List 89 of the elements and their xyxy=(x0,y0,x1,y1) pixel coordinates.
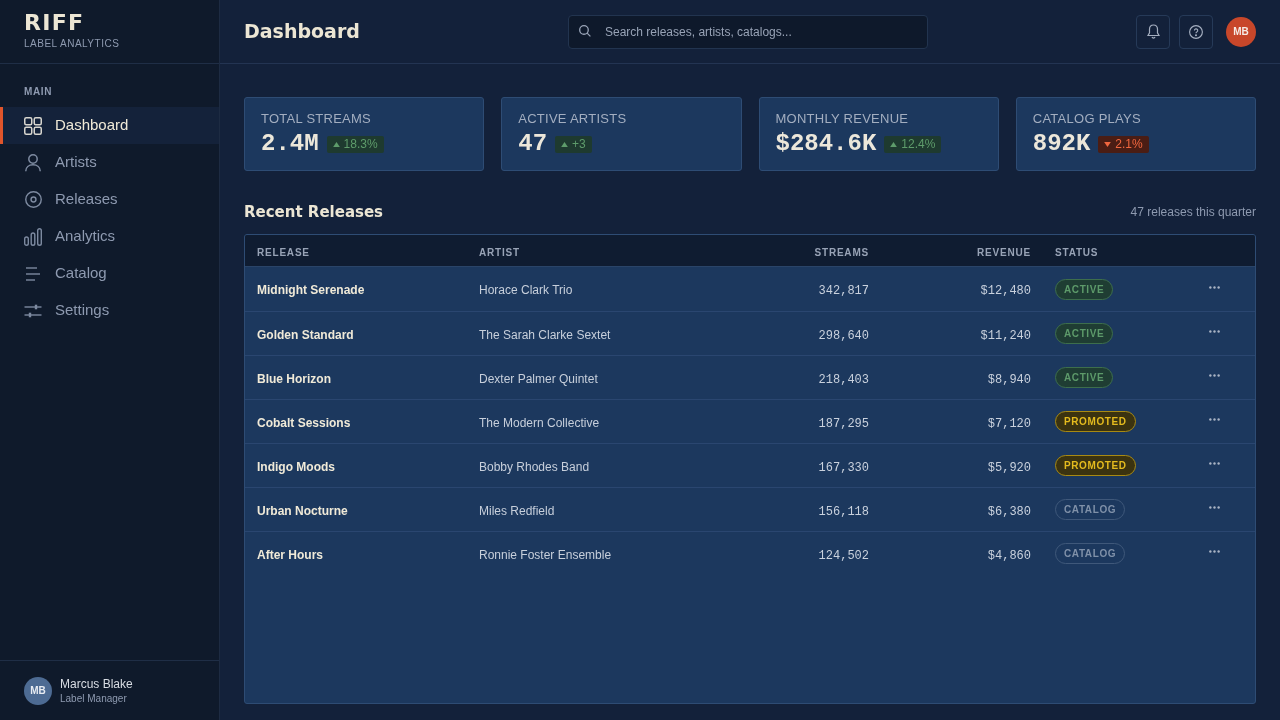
ellipsis-icon[interactable] xyxy=(1208,462,1220,465)
delta-value: 12.4% xyxy=(901,137,936,151)
section-label: MAIN xyxy=(23,86,53,98)
status-pill: ACTIVE xyxy=(1055,367,1114,388)
nav-item[interactable]: Releases xyxy=(0,181,219,218)
release-title: Indigo Moods xyxy=(257,459,335,474)
stat-label: TOTAL STREAMS xyxy=(261,111,373,127)
release-title: Urban Nocturne xyxy=(257,503,348,518)
release-title: Blue Horizon xyxy=(257,371,331,386)
down-triangle-icon xyxy=(1104,141,1112,147)
revenue-amount: $5,920 xyxy=(987,460,1031,475)
column-header: REVENUE xyxy=(977,246,1031,258)
revenue-amount: $12,480 xyxy=(980,284,1031,298)
revenue-amount: $6,380 xyxy=(987,504,1031,519)
artist-name: Dexter Palmer Quintet xyxy=(479,371,598,386)
page-title: Dashboard xyxy=(244,19,361,45)
up-triangle-icon xyxy=(890,141,898,147)
stat-value: $284.6K xyxy=(775,130,877,158)
delta-value: 2.1% xyxy=(1115,137,1143,151)
stream-count: 342,817 xyxy=(818,284,869,298)
column-header: STATUS xyxy=(1055,246,1099,258)
release-title: After Hours xyxy=(257,547,323,562)
user-role: Label Manager xyxy=(60,691,128,705)
release-title: Midnight Serenade xyxy=(257,283,365,297)
up-triangle-icon xyxy=(561,141,569,147)
help-icon xyxy=(1189,24,1203,39)
profile-avatar[interactable]: MB xyxy=(1226,16,1256,47)
nav-item[interactable]: Analytics xyxy=(0,218,219,255)
stat-value: 47 xyxy=(518,130,548,158)
column-header: STREAMS xyxy=(814,246,869,258)
nav-item[interactable]: Dashboard xyxy=(0,107,219,144)
logo-title: RIFF xyxy=(24,11,86,35)
stream-count: 167,330 xyxy=(818,460,869,475)
ellipsis-icon[interactable] xyxy=(1208,374,1220,377)
nav-item[interactable]: Artists xyxy=(0,144,219,181)
search-icon xyxy=(579,24,591,37)
stat-label: MONTHLY REVENUE xyxy=(775,111,910,127)
delta-value: 18.3% xyxy=(343,137,378,151)
revenue-amount: $4,860 xyxy=(987,548,1031,563)
stream-count: 298,640 xyxy=(818,328,869,343)
status-pill: PROMOTED xyxy=(1055,411,1136,432)
notifications-button[interactable] xyxy=(1136,14,1170,49)
ellipsis-icon[interactable] xyxy=(1208,550,1220,553)
stream-count: 218,403 xyxy=(818,372,869,387)
artist-name: Ronnie Foster Ensemble xyxy=(479,547,612,562)
artist-name: Miles Redfield xyxy=(479,503,555,518)
revenue-amount: $11,240 xyxy=(980,328,1031,343)
stat-value: 2.4M xyxy=(261,130,319,158)
user-avatar: MB xyxy=(24,676,52,705)
stat-label: CATALOG PLAYS xyxy=(1032,111,1142,127)
grid-icon xyxy=(24,116,42,135)
stream-count: 187,295 xyxy=(818,416,869,431)
delta-value: +3 xyxy=(572,137,586,151)
list-icon xyxy=(25,266,41,281)
nav-item[interactable]: Catalog xyxy=(0,255,219,292)
stat-value: 892K xyxy=(1032,130,1091,158)
status-pill: ACTIVE xyxy=(1055,323,1114,344)
release-title: Cobalt Sessions xyxy=(257,415,351,430)
disc-icon xyxy=(24,191,42,208)
user-name: Marcus Blake xyxy=(60,676,133,692)
stream-count: 124,502 xyxy=(818,548,869,563)
stat-label: ACTIVE ARTISTS xyxy=(518,111,628,127)
status-pill: PROMOTED xyxy=(1055,455,1136,476)
release-title: Golden Standard xyxy=(257,327,354,342)
person-icon xyxy=(25,153,41,172)
up-triangle-icon xyxy=(332,141,340,147)
bar-chart-icon xyxy=(24,227,42,246)
release-count: 47 releases this quarter xyxy=(1130,204,1256,221)
stream-count: 156,118 xyxy=(818,504,869,519)
search-field[interactable]: Search releases, artists, catalogs... xyxy=(568,14,928,49)
ellipsis-icon[interactable] xyxy=(1208,285,1220,289)
nav-item[interactable]: Settings xyxy=(0,292,219,329)
ellipsis-icon[interactable] xyxy=(1208,418,1220,421)
column-header: ARTIST xyxy=(479,246,520,258)
revenue-amount: $7,120 xyxy=(987,416,1031,431)
artist-name: Bobby Rhodes Band xyxy=(479,459,590,474)
ellipsis-icon[interactable] xyxy=(1208,330,1220,333)
status-pill: ACTIVE xyxy=(1055,278,1114,300)
bell-icon xyxy=(1146,24,1160,39)
artist-name: The Modern Collective xyxy=(479,415,600,430)
section-title: Recent Releases xyxy=(244,202,384,222)
logo-subtitle: LABEL ANALYTICS xyxy=(24,38,121,50)
column-header: RELEASE xyxy=(257,246,310,258)
artist-name: Horace Clark Trio xyxy=(479,283,573,297)
revenue-amount: $8,940 xyxy=(987,372,1031,387)
help-button[interactable] xyxy=(1179,14,1213,49)
ellipsis-icon[interactable] xyxy=(1208,506,1220,509)
sliders-icon xyxy=(24,303,42,318)
artist-name: The Sarah Clarke Sextet xyxy=(479,327,611,342)
